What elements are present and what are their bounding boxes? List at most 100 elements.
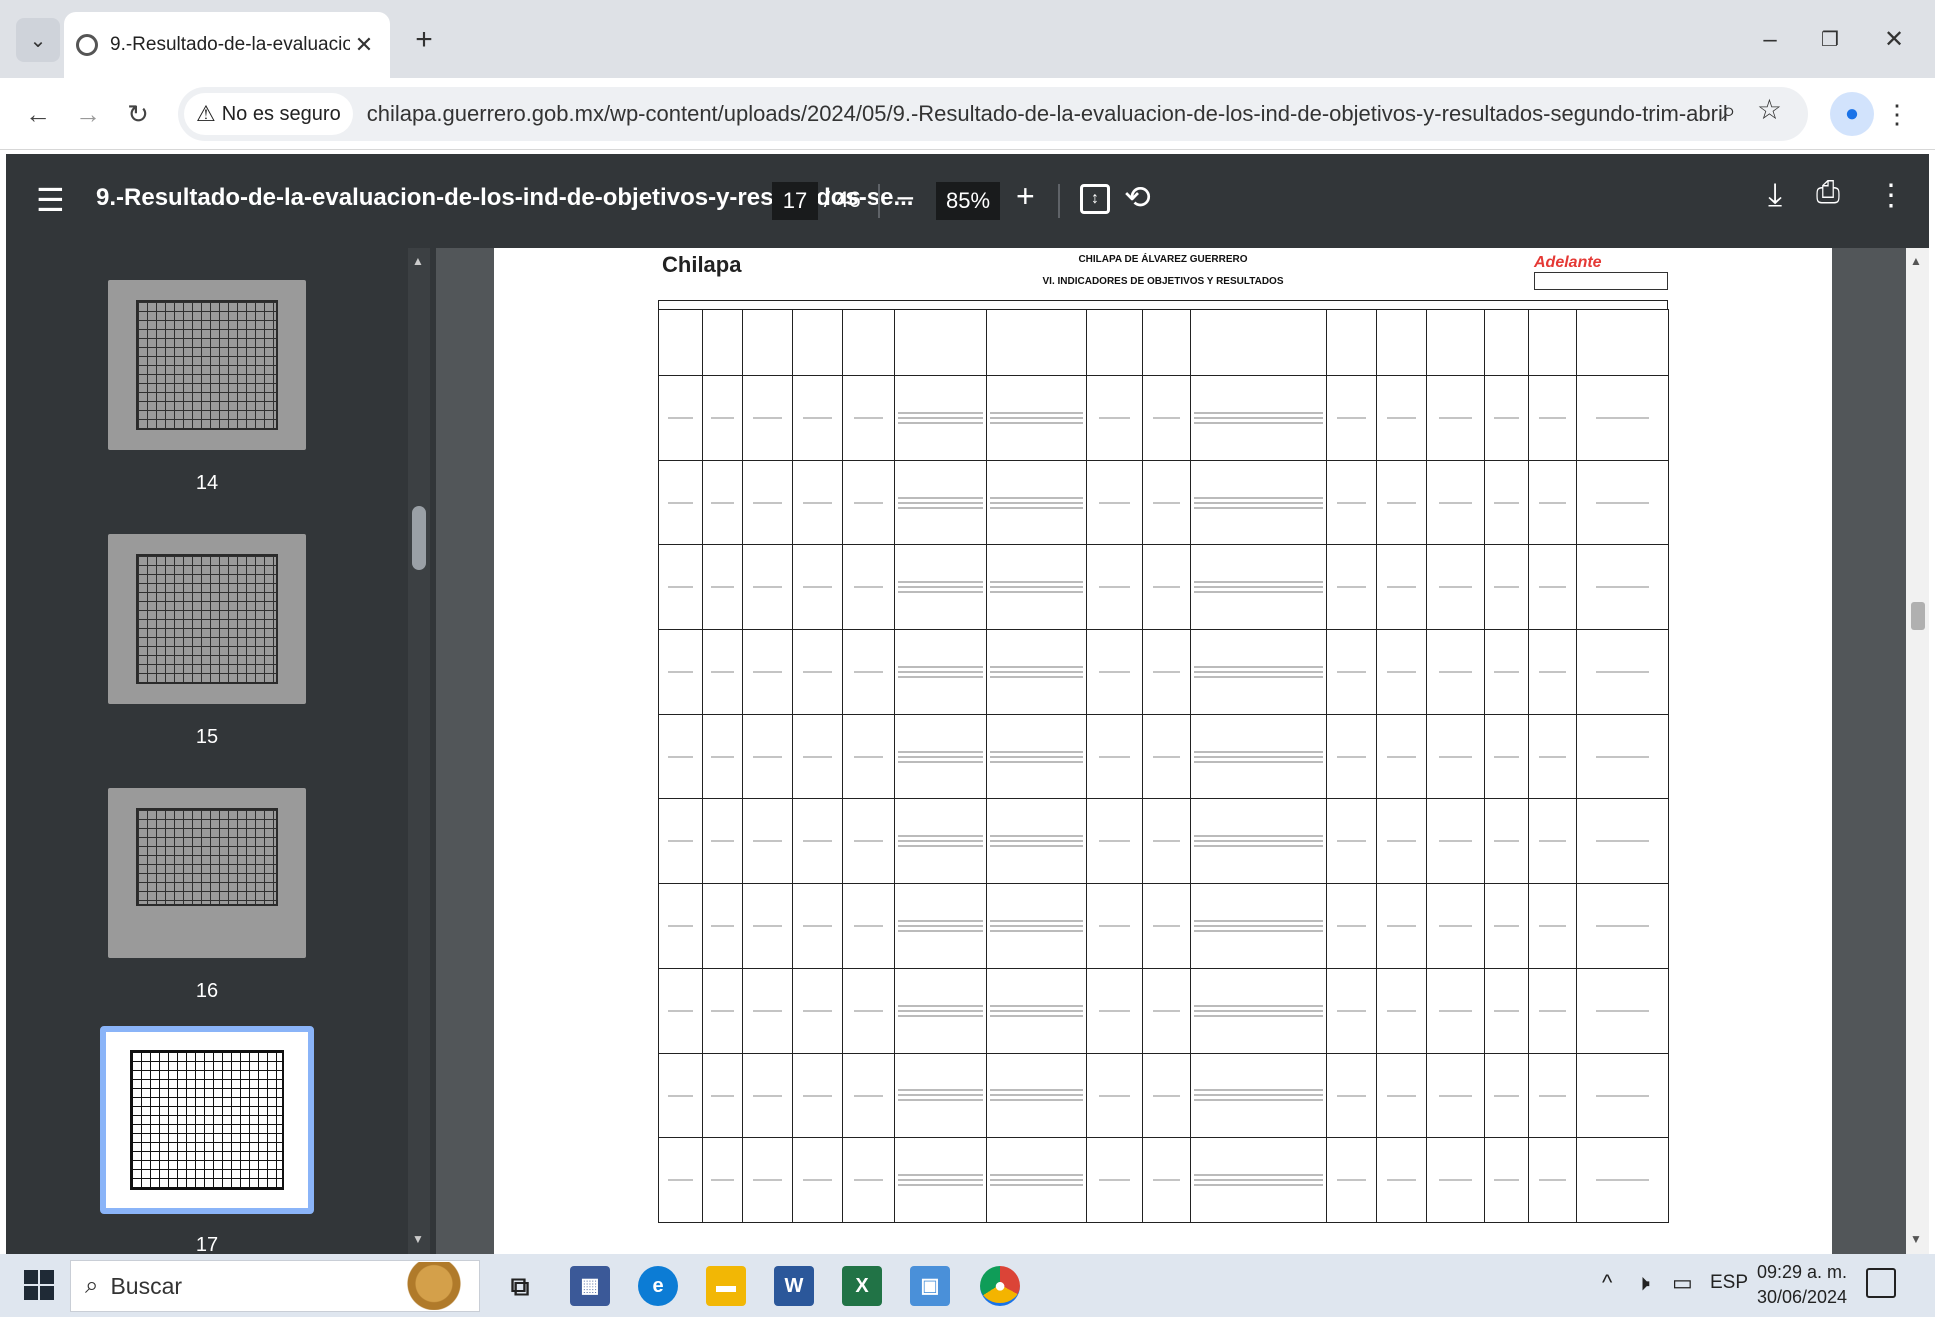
scrollbar-thumb[interactable] <box>1911 602 1925 630</box>
table-cell <box>986 967 1087 1054</box>
table-cell <box>1376 883 1427 969</box>
table-cell <box>1426 544 1485 631</box>
tab-title: 9.-Resultado-de-la-evaluacion- <box>110 34 350 55</box>
table-cell <box>986 1137 1087 1223</box>
control-panel-icon[interactable]: ▣ <box>910 1266 950 1306</box>
windows-start-icon[interactable] <box>24 1270 54 1300</box>
scrollbar-thumb[interactable] <box>412 506 426 570</box>
zoom-level-input[interactable]: 85% <box>936 182 1000 220</box>
language-indicator[interactable]: ESP <box>1710 1272 1748 1294</box>
tab-close-icon[interactable]: ✕ <box>350 32 378 58</box>
reload-icon[interactable]: ↻ <box>116 92 160 136</box>
profile-avatar-icon[interactable]: ● <box>1830 92 1874 136</box>
page-thumbnail[interactable] <box>108 534 306 704</box>
table-cell <box>1484 883 1529 969</box>
sidebar-scrollbar[interactable]: ▲ ▼ <box>408 248 430 1254</box>
calculator-icon[interactable]: ▦ <box>570 1266 610 1306</box>
table-cell <box>792 375 843 461</box>
scroll-up-icon[interactable]: ▲ <box>1910 254 1922 268</box>
table-cell <box>742 967 793 1054</box>
table-cell <box>1086 883 1143 969</box>
table-cell <box>1576 459 1669 546</box>
new-tab-button[interactable]: + <box>404 18 444 62</box>
table-cell <box>1142 967 1191 1054</box>
scroll-down-icon[interactable]: ▼ <box>412 1232 424 1246</box>
table-cell <box>658 629 703 715</box>
table-cell <box>658 967 703 1054</box>
table-cell <box>842 459 895 546</box>
close-window-icon[interactable]: ✕ <box>1868 18 1920 62</box>
excel-icon[interactable]: X <box>842 1266 882 1306</box>
fit-page-icon[interactable]: ↕ <box>1080 184 1110 214</box>
screen: ⌄ 9.-Resultado-de-la-evaluacion- ✕ + – ❐… <box>0 0 1935 1317</box>
tray-caret-icon[interactable]: ^ <box>1602 1270 1612 1296</box>
scroll-down-icon[interactable]: ▼ <box>1910 1232 1922 1246</box>
volume-muted-icon[interactable]: 🕨 <box>1636 1270 1650 1296</box>
zoom-out-icon[interactable]: − <box>896 180 915 217</box>
bookmark-star-icon[interactable]: ☆ <box>1757 93 1782 126</box>
table-cell <box>1376 544 1427 631</box>
table-cell <box>1086 544 1143 631</box>
tab-search-chevron-icon[interactable]: ⌄ <box>16 18 60 62</box>
forward-arrow-icon[interactable]: → <box>66 92 110 136</box>
toolbar-divider <box>1058 184 1060 218</box>
restore-icon[interactable]: ❐ <box>1804 18 1856 62</box>
page-number-input[interactable]: 17 <box>772 182 818 220</box>
table-cell <box>1528 459 1577 546</box>
address-bar[interactable]: ⚠ No es seguro chilapa.guerrero.gob.mx/w… <box>178 87 1808 141</box>
more-options-icon[interactable]: ⋮ <box>1876 178 1906 213</box>
table-cell <box>894 713 987 800</box>
table-cell <box>742 1052 793 1139</box>
scroll-up-icon[interactable]: ▲ <box>412 254 424 268</box>
table-cell <box>1190 1137 1327 1223</box>
minimize-icon[interactable]: – <box>1744 18 1796 62</box>
pdf-viewport[interactable]: Chilapa CHILAPA DE ÁLVAREZ GUERRERO VI. … <box>436 248 1929 1254</box>
page-thumbnail[interactable] <box>108 788 306 958</box>
table-cell <box>842 1137 895 1223</box>
page-thumbnail-active[interactable] <box>100 1026 314 1214</box>
taskbar-search[interactable]: ⌕ Buscar <box>70 1260 480 1312</box>
notification-icon[interactable] <box>1866 1268 1896 1298</box>
table-cell <box>1086 459 1143 546</box>
table-cell <box>842 967 895 1054</box>
chrome-icon[interactable]: ● <box>980 1266 1020 1306</box>
table-cell <box>986 544 1087 631</box>
page-total: / 46 <box>824 187 861 212</box>
table-cell <box>1484 544 1529 631</box>
table-cell <box>1576 883 1669 969</box>
security-chip[interactable]: ⚠ No es seguro <box>184 93 353 135</box>
table-cell <box>1326 713 1377 800</box>
zoom-in-icon[interactable]: + <box>1016 178 1035 215</box>
task-view-icon[interactable]: ⧉ <box>500 1266 540 1306</box>
pdf-toolbar: ☰ 9.-Resultado-de-la-evaluacion-de-los-i… <box>6 154 1929 248</box>
browser-tab[interactable]: 9.-Resultado-de-la-evaluacion- ✕ <box>64 12 390 78</box>
table-cell <box>702 1052 743 1139</box>
download-icon[interactable]: ⤓ <box>1768 176 1782 214</box>
zoom-magnifier-icon[interactable]: ⌕ <box>1721 95 1736 127</box>
table-cell <box>1528 629 1577 715</box>
hamburger-menu-icon[interactable]: ☰ <box>36 182 65 218</box>
url-text[interactable]: chilapa.guerrero.gob.mx/wp-content/uploa… <box>367 101 1727 127</box>
table-cell <box>658 1052 703 1139</box>
word-icon[interactable]: W <box>774 1266 814 1306</box>
table-cell <box>1326 798 1377 885</box>
edge-icon[interactable]: e <box>638 1266 678 1306</box>
table-cell <box>986 1052 1087 1139</box>
network-icon[interactable]: ▭ <box>1672 1270 1693 1296</box>
table-cell <box>1190 798 1327 885</box>
file-explorer-icon[interactable]: ▬ <box>706 1266 746 1306</box>
rotate-icon[interactable]: ⟲ <box>1124 178 1151 216</box>
table-cell <box>1326 883 1377 969</box>
table-cell <box>1426 798 1485 885</box>
page-thumbnail[interactable] <box>108 280 306 450</box>
print-icon[interactable]: ⎙ <box>1816 176 1840 210</box>
back-arrow-icon[interactable]: ← <box>16 92 60 136</box>
browser-menu-icon[interactable]: ⋮ <box>1882 92 1912 136</box>
table-cell <box>1528 713 1577 800</box>
table-cell <box>702 1137 743 1223</box>
document-scrollbar[interactable]: ▲ ▼ <box>1906 248 1929 1254</box>
system-clock[interactable]: 09:29 a. m. 30/06/2024 <box>1756 1260 1848 1310</box>
table-cell <box>702 459 743 546</box>
clock-time: 09:29 a. m. <box>1756 1262 1848 1282</box>
table-cell <box>658 375 703 461</box>
